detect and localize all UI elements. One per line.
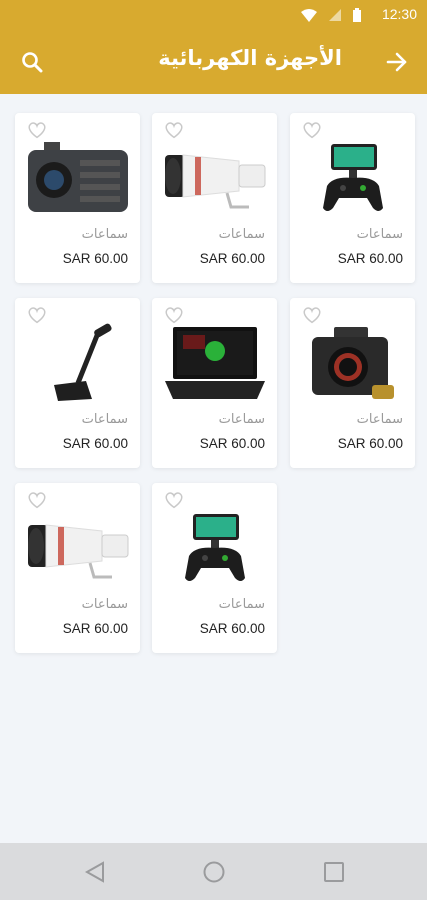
status-time: 12:30 <box>381 6 417 22</box>
product-name: سماعات <box>81 597 128 612</box>
product-price: SAR 60.00 <box>62 251 128 266</box>
product-name: سماعات <box>81 412 128 427</box>
product-name: سماعات <box>356 412 403 427</box>
arrow-right-icon <box>386 52 407 72</box>
product-card[interactable]: سماعات SAR 60.00 <box>290 113 415 283</box>
product-image-lens <box>160 135 269 221</box>
product-price: SAR 60.00 <box>62 436 128 451</box>
product-image-gamepad <box>298 135 407 221</box>
product-name: سماعات <box>81 227 128 242</box>
product-image-laptop <box>160 320 269 406</box>
product-price: SAR 60.00 <box>337 436 403 451</box>
system-nav-bar <box>0 843 427 900</box>
back-triangle-icon[interactable] <box>82 859 108 885</box>
page-title: الأجهزة الكهربائية <box>158 46 342 70</box>
product-image-lens <box>23 505 132 591</box>
product-image-gamepad <box>160 505 269 591</box>
product-card[interactable]: سماعات SAR 60.00 <box>15 483 140 653</box>
product-name: سماعات <box>218 227 265 242</box>
product-price: SAR 60.00 <box>199 621 265 636</box>
wifi-icon <box>301 8 317 22</box>
product-image-mirrorless-camera <box>298 320 407 406</box>
product-image-cinema-camera <box>23 135 132 221</box>
product-card[interactable]: سماعات SAR 60.00 <box>152 113 277 283</box>
search-button[interactable] <box>14 44 50 80</box>
product-card[interactable]: سماعات SAR 60.00 <box>152 298 277 468</box>
product-price: SAR 60.00 <box>199 251 265 266</box>
home-circle-icon[interactable] <box>201 859 227 885</box>
product-name: سماعات <box>218 412 265 427</box>
battery-icon <box>353 8 361 22</box>
product-name: سماعات <box>218 597 265 612</box>
recents-square-icon[interactable] <box>321 859 347 885</box>
status-icons <box>301 8 361 22</box>
product-card[interactable]: سماعات SAR 60.00 <box>152 483 277 653</box>
product-card[interactable]: سماعات SAR 60.00 <box>290 298 415 468</box>
product-price: SAR 60.00 <box>337 251 403 266</box>
product-image-microphone-arm <box>23 320 132 406</box>
product-price: SAR 60.00 <box>199 436 265 451</box>
back-button[interactable] <box>379 44 415 80</box>
signal-icon <box>329 9 341 21</box>
product-price: SAR 60.00 <box>62 621 128 636</box>
product-card[interactable]: سماعات SAR 60.00 <box>15 113 140 283</box>
app-bar: الأجهزة الكهربائية <box>0 30 427 94</box>
product-card[interactable]: سماعات SAR 60.00 <box>15 298 140 468</box>
search-icon <box>22 52 43 73</box>
status-bar: 12:30 <box>0 0 427 30</box>
product-name: سماعات <box>356 227 403 242</box>
